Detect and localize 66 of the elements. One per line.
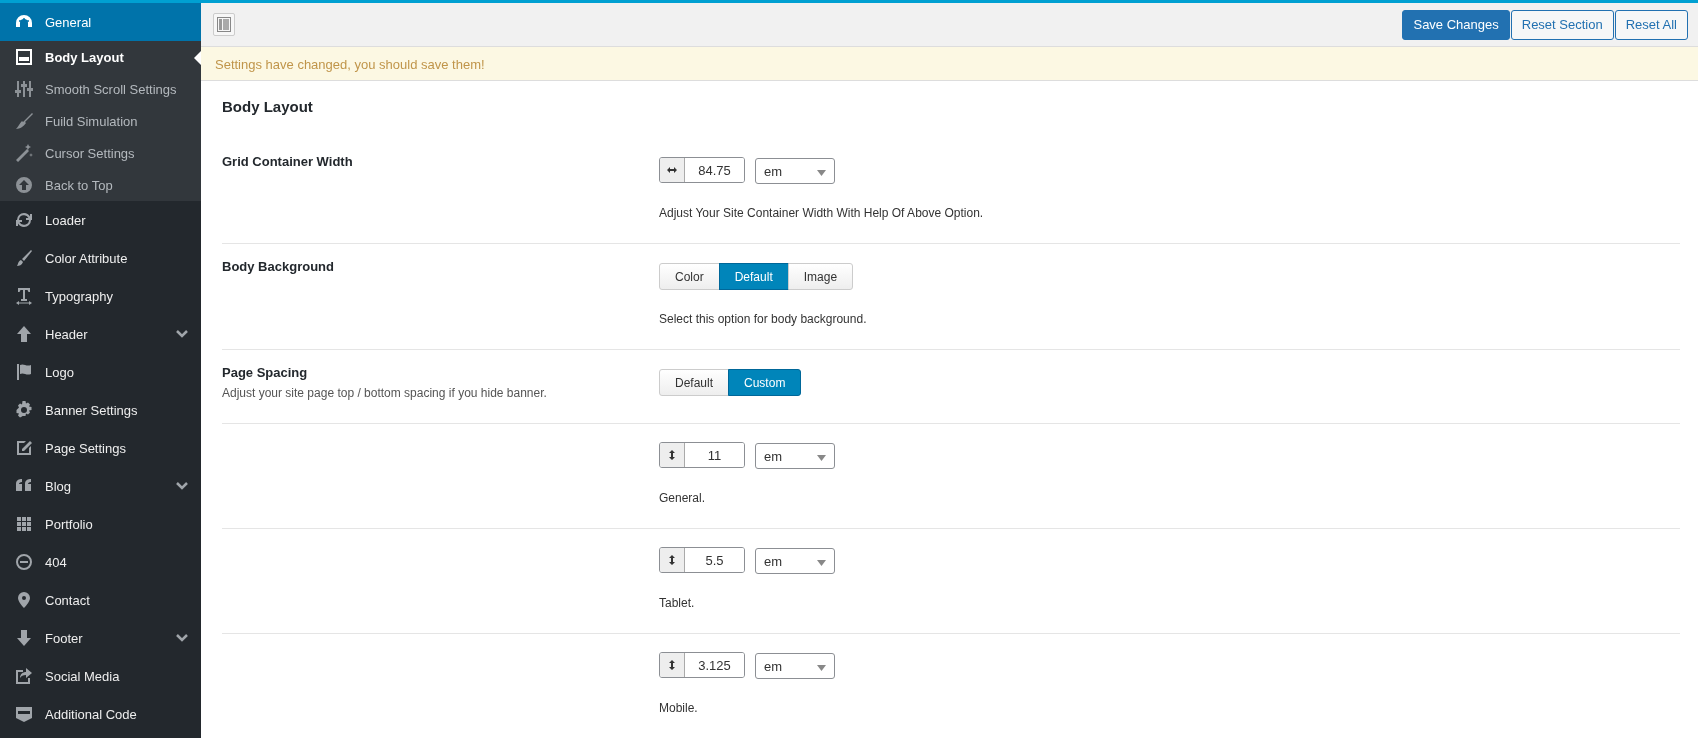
sidebar-item[interactable]: Portfolio — [0, 505, 201, 543]
field-label: Grid Container Width — [222, 153, 354, 169]
refresh-icon — [14, 210, 34, 230]
sidebar-item[interactable]: Social Media — [0, 657, 201, 695]
sidebar-item[interactable]: Logo — [0, 353, 201, 391]
sidebar-item[interactable]: Loader — [0, 201, 201, 239]
option-button[interactable]: Custom — [728, 369, 802, 396]
help-text: Mobile. — [659, 701, 699, 715]
sidebar-item[interactable]: Banner Settings — [0, 391, 201, 429]
option-button[interactable]: Default — [659, 369, 730, 396]
unit-dropdown[interactable]: em — [755, 548, 835, 574]
sidebar-item[interactable]: General — [0, 3, 201, 41]
text-icon — [14, 286, 34, 306]
sidebar-item[interactable]: 404 — [0, 543, 201, 581]
sidebar-item[interactable]: Additional Code — [0, 695, 201, 733]
sidebar-item[interactable]: Blog — [0, 467, 201, 505]
magic-wand-icon — [14, 143, 34, 163]
reset-button[interactable]: Reset All — [1614, 9, 1688, 40]
help-text: Select this option for body background. — [659, 312, 867, 326]
caret-icon — [817, 559, 826, 566]
help-text: General. — [659, 491, 707, 505]
option-button[interactable]: Image — [787, 263, 854, 290]
reset-button[interactable]: Reset Section — [1510, 9, 1614, 40]
sidebar-item[interactable]: Header — [0, 315, 201, 353]
sidebar-item[interactable]: Page Settings — [0, 429, 201, 467]
help-text: Adjust Your Site Container Width With Help Of Above Option. — [659, 206, 984, 220]
submenu-item[interactable]: Cursor Settings — [0, 137, 201, 169]
share-icon — [14, 666, 34, 686]
submenu-item[interactable]: Fuild Simulation — [0, 105, 201, 137]
number-field[interactable]: 11 — [659, 442, 745, 468]
unit-dropdown[interactable]: em — [755, 653, 835, 679]
save-button[interactable]: Save Changes — [1402, 9, 1510, 40]
number-field[interactable]: 84.75 — [659, 157, 745, 183]
broom-icon — [14, 111, 34, 131]
brush-icon — [14, 248, 34, 268]
help-text: Tablet. — [659, 596, 696, 610]
field-label: Body Background — [222, 258, 335, 274]
settings-changed-notice: Settings have changed, you should save them! — [201, 47, 1698, 81]
layout-toggle-button[interactable] — [213, 13, 235, 36]
field-label: Page Spacing — [222, 364, 309, 380]
caret-icon — [817, 664, 826, 671]
sliders-icon — [14, 79, 34, 99]
submenu-item[interactable]: Smooth Scroll Settings — [0, 73, 201, 105]
css-icon — [14, 704, 34, 724]
unit-dropdown[interactable]: em — [755, 443, 835, 469]
layout-icon — [14, 47, 34, 67]
caret-icon — [817, 169, 826, 176]
number-field[interactable]: 5.5 — [659, 547, 745, 573]
grid-icon — [14, 514, 34, 534]
sidebar-item[interactable]: Typography — [0, 277, 201, 315]
number-field[interactable]: 3.125 — [659, 652, 745, 678]
unit-dropdown[interactable]: em — [755, 158, 835, 184]
sidebar-item[interactable]: Footer — [0, 619, 201, 657]
sidebar-item[interactable]: Color Attribute — [0, 239, 201, 277]
flag-icon — [14, 362, 34, 382]
field-description: Adjust your site page top / bottom spacing if you hide banner. — [222, 386, 548, 400]
arrow-up-icon — [14, 324, 34, 344]
arrow-down-icon — [14, 628, 34, 648]
sidebar-item[interactable]: Contact — [0, 581, 201, 619]
option-button[interactable]: Color — [659, 263, 720, 290]
caret-icon — [817, 454, 826, 461]
gear-icon — [14, 400, 34, 420]
edit-icon — [14, 438, 34, 458]
section-title: Body Layout — [222, 97, 314, 117]
option-button[interactable]: Default — [718, 263, 789, 290]
submenu-item[interactable]: Back to Top — [0, 169, 201, 201]
